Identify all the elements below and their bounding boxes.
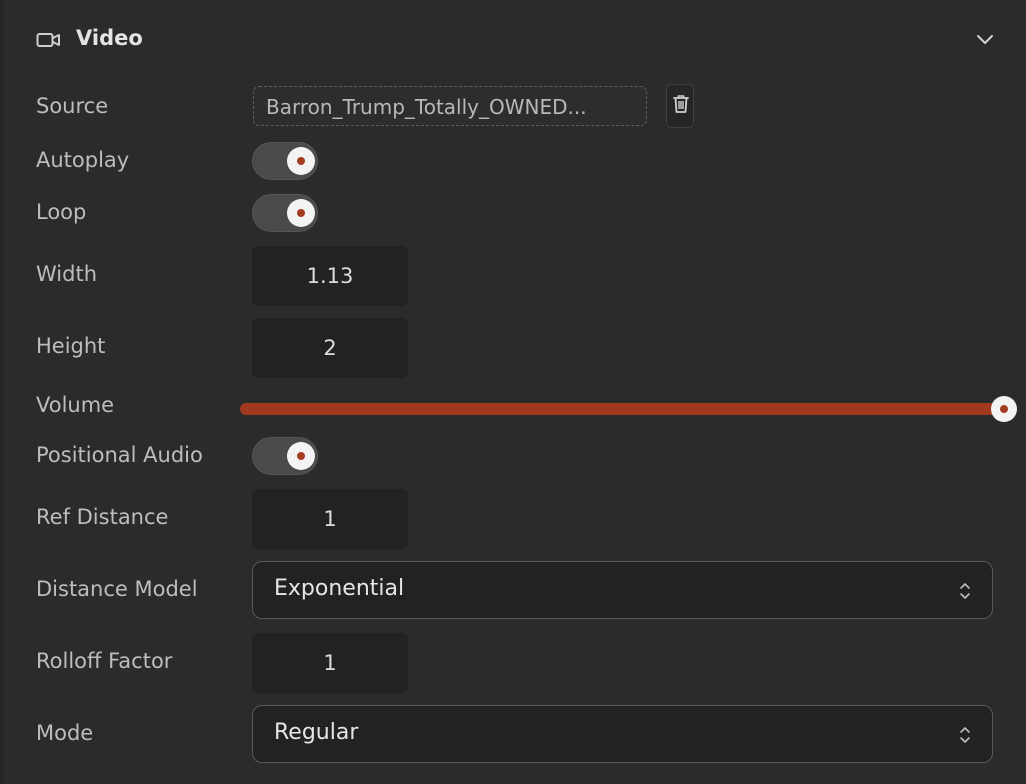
chevron-up-down-icon [958, 725, 972, 745]
slider-thumb[interactable] [991, 396, 1017, 422]
video-properties-panel: Video Source Barron_Trump_Totally_OWNED.… [0, 0, 1026, 784]
rolloff-factor-input[interactable]: 1 [252, 633, 408, 693]
positional-audio-label: Positional Audio [36, 443, 203, 467]
distance-model-label: Distance Model [36, 577, 198, 601]
section-header[interactable]: Video [36, 22, 996, 58]
volume-label: Volume [36, 393, 115, 417]
toggle-knob [287, 442, 315, 470]
toggle-knob [287, 199, 315, 227]
loop-toggle[interactable] [252, 194, 318, 232]
ref-distance-input[interactable]: 1 [252, 489, 408, 549]
width-input[interactable]: 1.13 [252, 246, 408, 306]
source-label: Source [36, 94, 109, 118]
chevron-down-icon[interactable] [974, 28, 996, 50]
source-file-field[interactable]: Barron_Trump_Totally_OWNED... [253, 86, 647, 126]
video-camera-icon [36, 29, 62, 51]
section-title: Video [76, 26, 143, 50]
mode-label: Mode [36, 721, 94, 745]
toggle-knob [287, 147, 315, 175]
autoplay-toggle[interactable] [252, 142, 318, 180]
select-value: Exponential [274, 576, 405, 601]
rolloff-factor-label: Rolloff Factor [36, 649, 173, 673]
remove-source-button[interactable] [666, 84, 694, 128]
chevron-up-down-icon [958, 581, 972, 601]
height-input[interactable]: 2 [252, 318, 408, 378]
volume-slider[interactable] [240, 396, 1017, 422]
ref-distance-label: Ref Distance [36, 505, 169, 529]
width-label: Width [36, 262, 98, 286]
positional-audio-toggle[interactable] [252, 437, 318, 475]
distance-model-select[interactable]: Exponential [252, 561, 993, 619]
trash-icon [673, 95, 689, 113]
mode-select[interactable]: Regular [252, 705, 993, 763]
height-label: Height [36, 334, 106, 358]
loop-label: Loop [36, 200, 87, 224]
slider-fill [240, 403, 1004, 415]
select-value: Regular [274, 720, 359, 745]
autoplay-label: Autoplay [36, 148, 130, 172]
